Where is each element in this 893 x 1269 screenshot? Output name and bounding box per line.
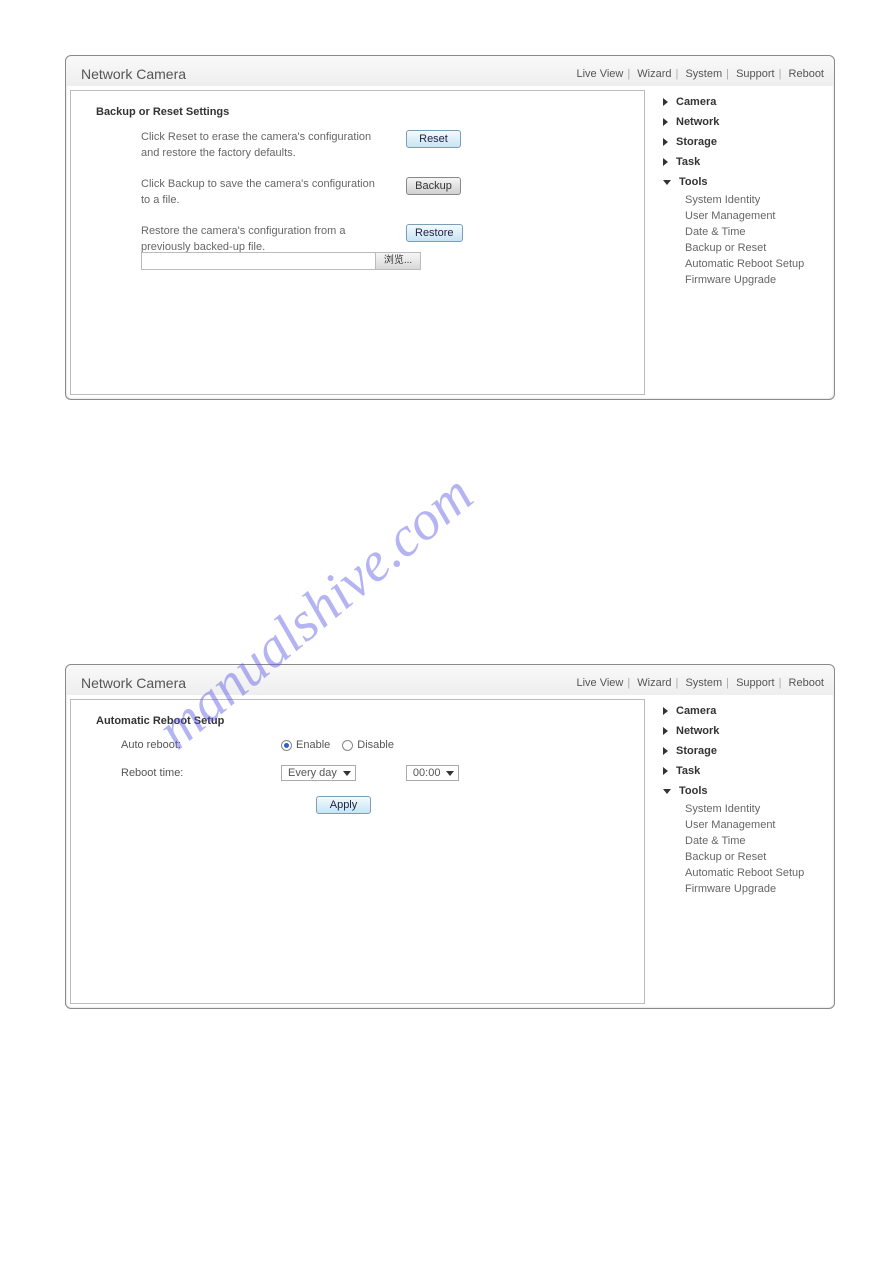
sidebar-item-storage[interactable]: Storage	[663, 132, 826, 152]
sidebar-sub-auto-reboot[interactable]: Automatic Reboot Setup	[663, 865, 826, 881]
sidebar-label: Task	[676, 156, 700, 168]
sidebar-label: Network	[676, 116, 719, 128]
restore-button[interactable]: Restore	[406, 224, 463, 242]
select-time[interactable]: 00:00	[406, 765, 460, 781]
sidebar-item-task[interactable]: Task	[663, 152, 826, 172]
panel-backup-reset: Network Camera Live View| Wizard| System…	[65, 55, 835, 400]
nav-support[interactable]: Support	[736, 68, 775, 80]
nav-support[interactable]: Support	[736, 677, 775, 689]
label-auto-reboot: Auto reboot:	[121, 739, 261, 751]
sidebar-item-camera[interactable]: Camera	[663, 701, 826, 721]
panel-auto-reboot: Network Camera Live View| Wizard| System…	[65, 664, 835, 1009]
sidebar-item-network[interactable]: Network	[663, 721, 826, 741]
sidebar-label: Task	[676, 765, 700, 777]
sidebar-sub-auto-reboot[interactable]: Automatic Reboot Setup	[663, 256, 826, 272]
row-auto-reboot: Auto reboot: Enable Disable	[96, 739, 619, 751]
sidebar: Camera Network Storage Task Tools System…	[649, 86, 834, 399]
sidebar-item-network[interactable]: Network	[663, 112, 826, 132]
radio-label: Disable	[357, 739, 394, 751]
sidebar-item-tools[interactable]: Tools	[663, 172, 826, 192]
sidebar-label: Storage	[676, 136, 717, 148]
sidebar-item-tools[interactable]: Tools	[663, 781, 826, 801]
chevron-right-icon	[663, 158, 668, 166]
select-frequency[interactable]: Every day	[281, 765, 356, 781]
browse-button[interactable]: 浏览...	[375, 253, 420, 269]
sidebar-label: Network	[676, 725, 719, 737]
sidebar-sub-date-time[interactable]: Date & Time	[663, 224, 826, 240]
sidebar-label: Storage	[676, 745, 717, 757]
row-apply: Apply	[96, 796, 619, 814]
nav-wizard[interactable]: Wizard	[637, 68, 671, 80]
chevron-down-icon	[663, 180, 671, 185]
sidebar-sub-user-management[interactable]: User Management	[663, 208, 826, 224]
sidebar-label: Tools	[679, 785, 708, 797]
reset-desc: Click Reset to erase the camera's config…	[96, 130, 376, 162]
sidebar-label: Camera	[676, 96, 716, 108]
chevron-right-icon	[663, 138, 668, 146]
row-backup: Click Backup to save the camera's config…	[96, 177, 619, 209]
chevron-right-icon	[663, 707, 668, 715]
panel-header: Network Camera Live View| Wizard| System…	[66, 665, 834, 695]
row-reboot-time: Reboot time: Every day 00:00	[96, 765, 619, 781]
nav-system[interactable]: System	[685, 68, 722, 80]
chevron-down-icon	[663, 789, 671, 794]
sidebar-label: Tools	[679, 176, 708, 188]
nav-system[interactable]: System	[685, 677, 722, 689]
sidebar-item-storage[interactable]: Storage	[663, 741, 826, 761]
top-nav: Live View| Wizard| System| Support| Rebo…	[576, 677, 824, 689]
section-title: Automatic Reboot Setup	[96, 715, 619, 727]
chevron-right-icon	[663, 118, 668, 126]
sidebar-sub-firmware-upgrade[interactable]: Firmware Upgrade	[663, 881, 826, 897]
sidebar-sub-backup-reset[interactable]: Backup or Reset	[663, 849, 826, 865]
content-backup-reset: Backup or Reset Settings Click Reset to …	[70, 90, 645, 395]
sidebar-sub-firmware-upgrade[interactable]: Firmware Upgrade	[663, 272, 826, 288]
file-path-text	[142, 253, 375, 269]
content-auto-reboot: Automatic Reboot Setup Auto reboot: Enab…	[70, 699, 645, 1004]
chevron-right-icon	[663, 727, 668, 735]
apply-button[interactable]: Apply	[316, 796, 371, 814]
app-title: Network Camera	[81, 66, 186, 82]
chevron-right-icon	[663, 767, 668, 775]
panel-body: Automatic Reboot Setup Auto reboot: Enab…	[66, 695, 834, 1008]
sidebar-sub-user-management[interactable]: User Management	[663, 817, 826, 833]
chevron-right-icon	[663, 98, 668, 106]
backup-desc: Click Backup to save the camera's config…	[96, 177, 376, 209]
nav-reboot[interactable]: Reboot	[789, 677, 824, 689]
panel-body: Backup or Reset Settings Click Reset to …	[66, 86, 834, 399]
sidebar-sub-system-identity[interactable]: System Identity	[663, 801, 826, 817]
restore-file-input[interactable]: 浏览...	[141, 252, 421, 270]
sidebar-item-camera[interactable]: Camera	[663, 92, 826, 112]
sidebar-item-task[interactable]: Task	[663, 761, 826, 781]
backup-button[interactable]: Backup	[406, 177, 461, 195]
top-nav: Live View| Wizard| System| Support| Rebo…	[576, 68, 824, 80]
section-title: Backup or Reset Settings	[96, 106, 619, 118]
nav-wizard[interactable]: Wizard	[637, 677, 671, 689]
nav-live-view[interactable]: Live View	[576, 677, 623, 689]
sidebar-sub-system-identity[interactable]: System Identity	[663, 192, 826, 208]
radio-disable[interactable]: Disable	[342, 739, 394, 751]
radio-label: Enable	[296, 739, 330, 751]
sidebar-label: Camera	[676, 705, 716, 717]
radio-dot-icon	[281, 740, 292, 751]
chevron-right-icon	[663, 747, 668, 755]
row-reset: Click Reset to erase the camera's config…	[96, 130, 619, 162]
radio-enable[interactable]: Enable	[281, 739, 330, 751]
nav-live-view[interactable]: Live View	[576, 68, 623, 80]
restore-file-row: 浏览...	[96, 252, 619, 272]
panel-header: Network Camera Live View| Wizard| System…	[66, 56, 834, 86]
app-title: Network Camera	[81, 675, 186, 691]
sidebar-sub-date-time[interactable]: Date & Time	[663, 833, 826, 849]
nav-reboot[interactable]: Reboot	[789, 68, 824, 80]
label-reboot-time: Reboot time:	[121, 767, 261, 779]
sidebar-sub-backup-reset[interactable]: Backup or Reset	[663, 240, 826, 256]
sidebar: Camera Network Storage Task Tools System…	[649, 695, 834, 1008]
radio-dot-icon	[342, 740, 353, 751]
reset-button[interactable]: Reset	[406, 130, 461, 148]
